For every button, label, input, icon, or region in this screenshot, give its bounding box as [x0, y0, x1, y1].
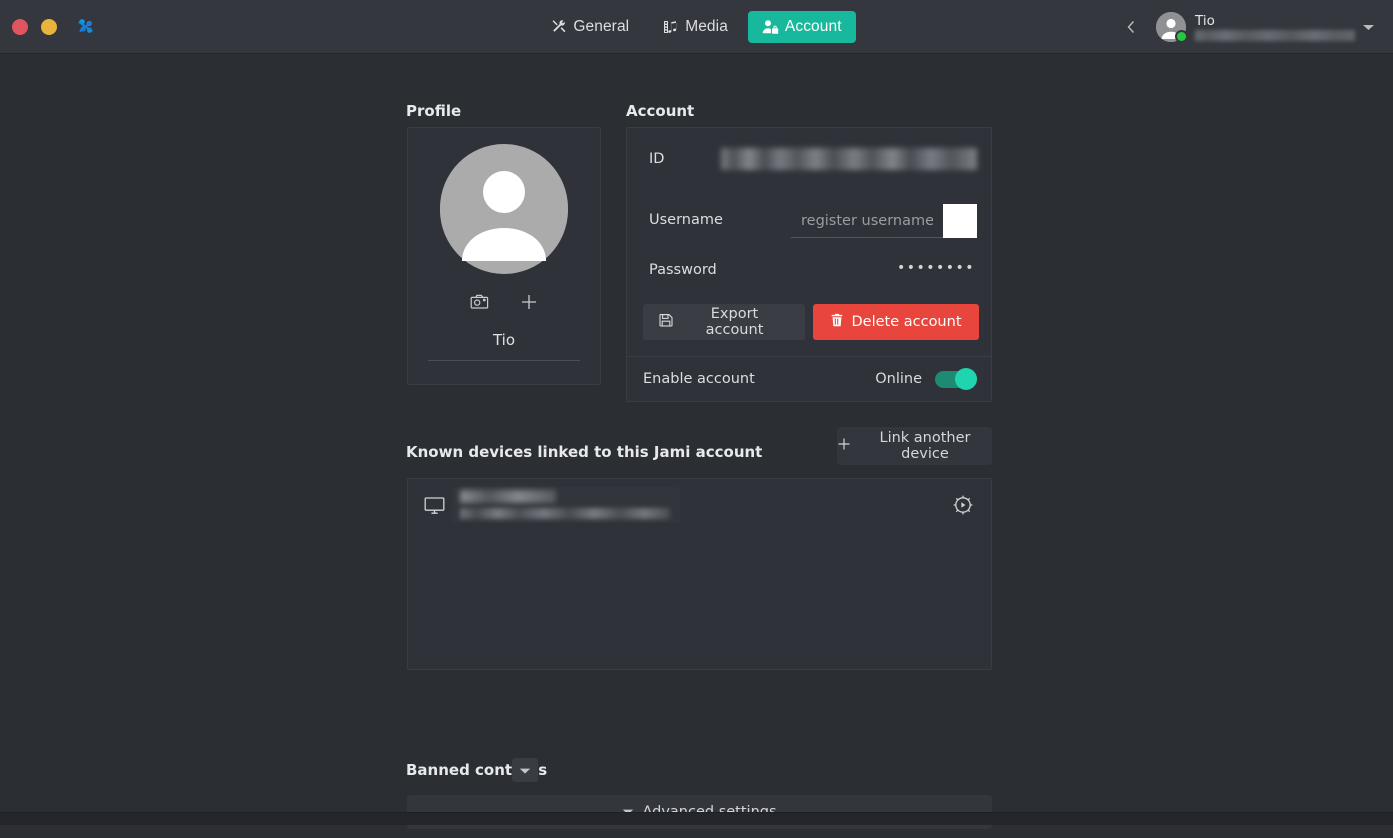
tab-media[interactable]: Media: [649, 11, 742, 43]
account-selector[interactable]: Tio ████████████████████: [1114, 0, 1381, 54]
link-another-device-button[interactable]: Link another device: [837, 427, 992, 465]
presence-indicator: [1175, 30, 1188, 43]
trash-icon: [830, 313, 844, 331]
gear-icon[interactable]: [951, 493, 975, 517]
search-username-input[interactable]: [791, 204, 943, 238]
table-row[interactable]: [408, 479, 991, 531]
delete-account-label: Delete account: [851, 314, 962, 330]
banned-contacts-expand-button[interactable]: [512, 758, 538, 782]
tab-general[interactable]: General: [537, 11, 643, 43]
enable-account-controls: Online: [875, 368, 977, 390]
media-icon: [663, 19, 679, 35]
devices-section-title: Known devices linked to this Jami accoun…: [406, 443, 763, 461]
window-footer: [0, 812, 1393, 825]
register-username-button[interactable]: [943, 204, 977, 238]
plus-icon: [837, 437, 851, 455]
device-name-redacted: [460, 490, 556, 503]
account-password-value[interactable]: ••••••••: [897, 260, 975, 276]
tools-icon: [551, 19, 567, 35]
default-avatar-icon: [440, 144, 568, 276]
profile-card: Tio: [407, 127, 601, 385]
profile-avatar-actions: [408, 290, 600, 314]
title-bar: General Media Account Tio: [0, 0, 1393, 54]
profile-section-title: Profile: [406, 102, 462, 120]
tab-general-label: General: [573, 18, 630, 35]
profile-avatar[interactable]: [440, 144, 568, 276]
plus-icon[interactable]: [516, 290, 542, 314]
account-username-label: Username: [649, 212, 723, 228]
minimize-button[interactable]: [41, 18, 57, 35]
device-info: [460, 488, 680, 522]
window-controls: [12, 18, 57, 35]
account-id-label: ID: [649, 151, 665, 167]
status-badge: Online: [875, 371, 922, 387]
enable-account-label: Enable account: [643, 371, 755, 387]
chevron-down-icon[interactable]: [1355, 12, 1381, 42]
account-buttons: Export account Delete account: [643, 304, 979, 340]
avatar: [1156, 12, 1188, 43]
account-card: ID Username Password •••••••• Expo: [626, 127, 992, 402]
tab-account-label: Account: [784, 18, 842, 35]
account-id-value[interactable]: [721, 148, 977, 170]
profile-display-name[interactable]: Tio: [428, 331, 580, 349]
devices-panel: [407, 478, 992, 670]
profile-name-underline: [428, 360, 580, 361]
settings-page: Profile Tio Account ID Username register…: [0, 55, 1393, 829]
account-password-label: Password: [649, 262, 717, 278]
tab-account[interactable]: Account: [747, 11, 856, 43]
close-button[interactable]: [12, 18, 28, 35]
account-selector-text: Tio ████████████████████: [1195, 13, 1355, 41]
caret-down-icon: [519, 763, 531, 778]
account-name: Tio: [1195, 13, 1215, 29]
delete-account-button[interactable]: Delete account: [813, 304, 979, 340]
account-username-row: Username: [643, 204, 977, 240]
enable-account-toggle[interactable]: [935, 368, 977, 390]
enable-account-row: Enable account Online: [643, 356, 977, 402]
toggle-knob: [955, 368, 977, 390]
camera-icon[interactable]: [466, 290, 492, 314]
account-lock-icon: [762, 19, 779, 35]
link-another-device-label: Link another device: [879, 430, 971, 462]
account-password-row: Password ••••••••: [643, 260, 977, 286]
account-section-title: Account: [626, 102, 695, 120]
device-id-redacted: [460, 508, 670, 519]
jami-logo-icon: [75, 16, 97, 38]
export-account-label: Export account: [705, 306, 764, 338]
export-account-button[interactable]: Export account: [643, 304, 805, 340]
save-icon: [659, 313, 673, 331]
account-id-row: ID: [643, 148, 977, 174]
tab-media-label: Media: [685, 18, 728, 35]
chevron-left-icon[interactable]: [1114, 10, 1148, 44]
account-id-redacted: ████████████████████: [1195, 30, 1355, 41]
